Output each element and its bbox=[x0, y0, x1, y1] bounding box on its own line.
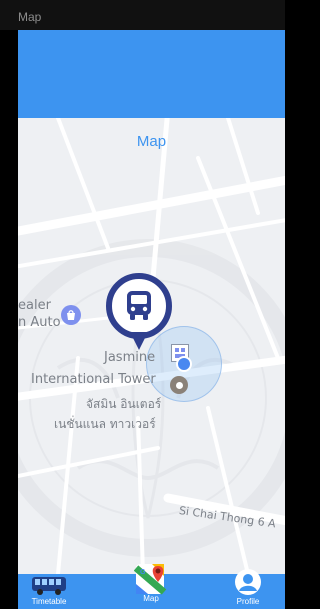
profile-icon bbox=[235, 569, 261, 595]
dealer-label-line2: n Auto bbox=[18, 315, 61, 330]
tower-label-thai-line2: เนชั่นแนล ทาวเวอร์ bbox=[54, 417, 156, 431]
nav-profile[interactable]: Profile bbox=[223, 569, 273, 609]
nav-map[interactable]: G Map bbox=[126, 564, 176, 609]
status-bar: Map bbox=[0, 0, 285, 30]
bottom-navigation: Timetable G Map Profile bbox=[18, 564, 285, 609]
place-marker-icon[interactable] bbox=[170, 376, 188, 394]
nav-timetable[interactable]: Timetable bbox=[24, 574, 74, 609]
shopping-bag-icon[interactable] bbox=[61, 305, 81, 325]
tower-label-thai-line1: จัสมิน อินเตอร์ bbox=[86, 397, 162, 411]
tower-label-line2: International Tower bbox=[31, 372, 156, 387]
bus-icon bbox=[32, 577, 66, 595]
map-title: Map bbox=[136, 133, 167, 150]
map-view[interactable]: Map ealer n Auto Jasmine International T… bbox=[18, 118, 285, 574]
app-screen: Map ealer n Auto Jasmine International T… bbox=[18, 30, 285, 609]
nav-map-label: Map bbox=[143, 594, 159, 603]
tower-label-line1: Jasmine bbox=[104, 350, 156, 365]
nav-timetable-label: Timetable bbox=[31, 597, 67, 606]
nav-profile-label: Profile bbox=[236, 597, 260, 606]
current-location-dot bbox=[176, 356, 192, 372]
map-icon: G bbox=[134, 564, 167, 595]
bus-stop-marker-tail bbox=[130, 332, 148, 350]
bus-stop-marker[interactable] bbox=[106, 273, 172, 339]
svg-text:G: G bbox=[140, 569, 146, 576]
dealer-label-line1: ealer bbox=[18, 298, 51, 313]
status-bar-title: Map bbox=[18, 10, 42, 24]
app-header bbox=[18, 30, 285, 118]
bus-icon bbox=[127, 291, 151, 320]
